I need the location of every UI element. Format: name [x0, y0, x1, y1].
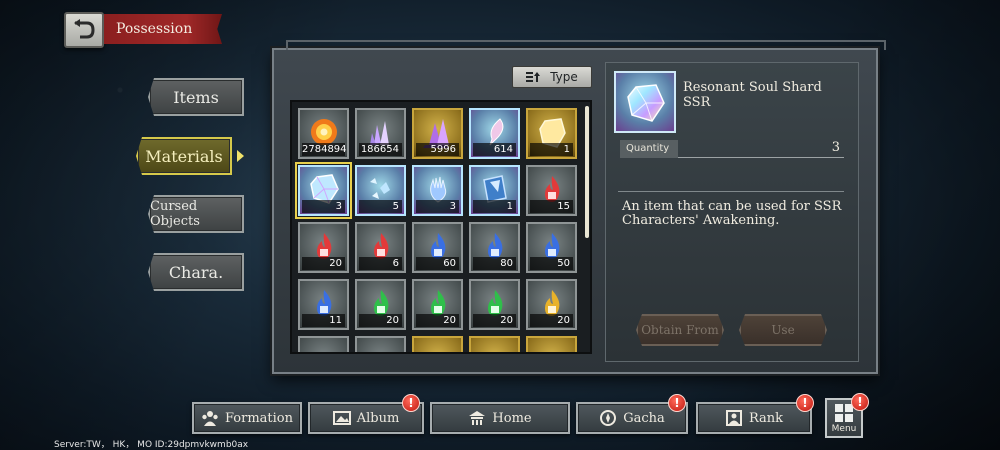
item-name: Resonant Soul Shard SSR	[683, 80, 822, 110]
use-button[interactable]: Use	[739, 314, 827, 346]
rank-notification-badge: !	[796, 394, 814, 412]
item-slot[interactable]: 5996	[412, 108, 463, 159]
item-grid-viewport[interactable]: 2784894 186654 5996 614 1 3 5 3 1 15 20 6 60 80 50 11 20…	[290, 100, 592, 354]
selected-item-image	[614, 71, 676, 133]
nav-rank-button[interactable]: Rank	[696, 402, 812, 434]
type-filter-label: Type	[550, 70, 578, 84]
back-button[interactable]	[64, 12, 104, 48]
item-slot[interactable]: 20	[526, 279, 577, 330]
gacha-notification-badge: !	[668, 394, 686, 412]
album-icon	[332, 411, 351, 425]
tab-items[interactable]: Items	[148, 78, 244, 116]
tab-chara[interactable]: Chara.	[148, 253, 244, 291]
quantity-label: Quantity	[620, 140, 678, 158]
detail-divider	[618, 191, 844, 192]
item-count: 3	[302, 200, 345, 213]
item-count: 1	[530, 143, 573, 156]
active-tab-arrow-icon	[237, 150, 244, 162]
item-count: 614	[473, 143, 516, 156]
item-count: 20	[530, 314, 573, 327]
item-slot[interactable]	[412, 336, 463, 354]
item-count: 20	[302, 257, 345, 270]
item-slot[interactable]: 3	[295, 162, 352, 219]
item-slot[interactable]: 80	[469, 222, 520, 273]
item-count: 5996	[416, 143, 459, 156]
quantity-row: Quantity 3	[620, 140, 844, 158]
item-slot[interactable]: 15	[526, 165, 577, 216]
item-grid: 2784894 186654 5996 614 1 3 5 3 1 15 20 6 60 80 50 11 20…	[295, 108, 577, 354]
back-arrow-icon	[74, 19, 95, 39]
nav-album-label: Album	[356, 410, 400, 426]
item-icon	[364, 343, 398, 354]
album-notification-badge: !	[402, 394, 420, 412]
item-count: 1	[473, 200, 516, 213]
formation-icon	[202, 411, 218, 426]
item-slot[interactable]: 60	[412, 222, 463, 273]
item-slot[interactable]	[526, 336, 577, 354]
tab-cursed-objects[interactable]: Cursed Objects	[148, 195, 244, 233]
item-icon	[307, 343, 341, 354]
item-count: 15	[530, 200, 573, 213]
item-slot[interactable]	[355, 336, 406, 354]
tab-materials[interactable]: Materials	[136, 137, 232, 175]
item-count: 5	[359, 200, 402, 213]
nav-formation-button[interactable]: Formation	[192, 402, 302, 434]
item-count: 2784894	[302, 143, 347, 156]
item-icon	[535, 343, 569, 354]
item-count: 80	[473, 257, 516, 270]
menu-notification-badge: !	[851, 393, 869, 411]
grid-scrollbar[interactable]	[585, 106, 589, 238]
item-slot[interactable]: 5	[355, 165, 406, 216]
sort-icon	[526, 72, 541, 82]
menu-label: Menu	[831, 424, 857, 434]
item-slot[interactable]: 1	[526, 108, 577, 159]
item-count: 3	[416, 200, 459, 213]
item-count: 186654	[359, 143, 402, 156]
item-slot[interactable]: 11	[298, 279, 349, 330]
rank-icon	[725, 410, 742, 426]
item-slot[interactable]	[469, 336, 520, 354]
nav-gacha-label: Gacha	[623, 410, 665, 426]
nav-formation-label: Formation	[224, 410, 293, 426]
nav-home-button[interactable]: Home	[430, 402, 570, 434]
item-slot[interactable]: 1	[469, 165, 520, 216]
item-slot[interactable]: 614	[469, 108, 520, 159]
item-count: 50	[530, 257, 573, 270]
page-title: Possession	[104, 14, 222, 44]
item-slot[interactable]	[298, 336, 349, 354]
nav-home-label: Home	[492, 410, 532, 426]
menu-grid-icon	[835, 404, 853, 422]
item-count: 20	[359, 314, 402, 327]
nav-rank-label: Rank	[748, 410, 784, 426]
item-count: 20	[416, 314, 459, 327]
item-slot[interactable]: 20	[355, 279, 406, 330]
item-slot[interactable]: 20	[298, 222, 349, 273]
item-slot[interactable]: 20	[469, 279, 520, 330]
item-slot[interactable]: 3	[412, 165, 463, 216]
item-slot[interactable]: 6	[355, 222, 406, 273]
home-icon	[469, 411, 486, 425]
item-count: 6	[359, 257, 402, 270]
gacha-icon	[600, 410, 617, 426]
item-slot[interactable]: 186654	[355, 108, 406, 159]
item-count: 60	[416, 257, 459, 270]
item-slot[interactable]: 2784894	[298, 108, 349, 159]
item-icon	[478, 343, 512, 354]
item-icon	[421, 343, 455, 354]
item-slot[interactable]: 20	[412, 279, 463, 330]
obtain-from-button[interactable]: Obtain From	[636, 314, 724, 346]
server-info: Server:TW， HK， MO ID:29dpmvkwmb0ax	[54, 440, 249, 450]
item-count: 11	[302, 314, 345, 327]
type-filter-button[interactable]: Type	[512, 66, 592, 88]
item-count: 20	[473, 314, 516, 327]
quantity-value: 3	[831, 140, 840, 155]
item-description: An item that can be used for SSR Charact…	[622, 199, 842, 228]
rainbow-shard-icon	[627, 84, 665, 122]
item-slot[interactable]: 50	[526, 222, 577, 273]
